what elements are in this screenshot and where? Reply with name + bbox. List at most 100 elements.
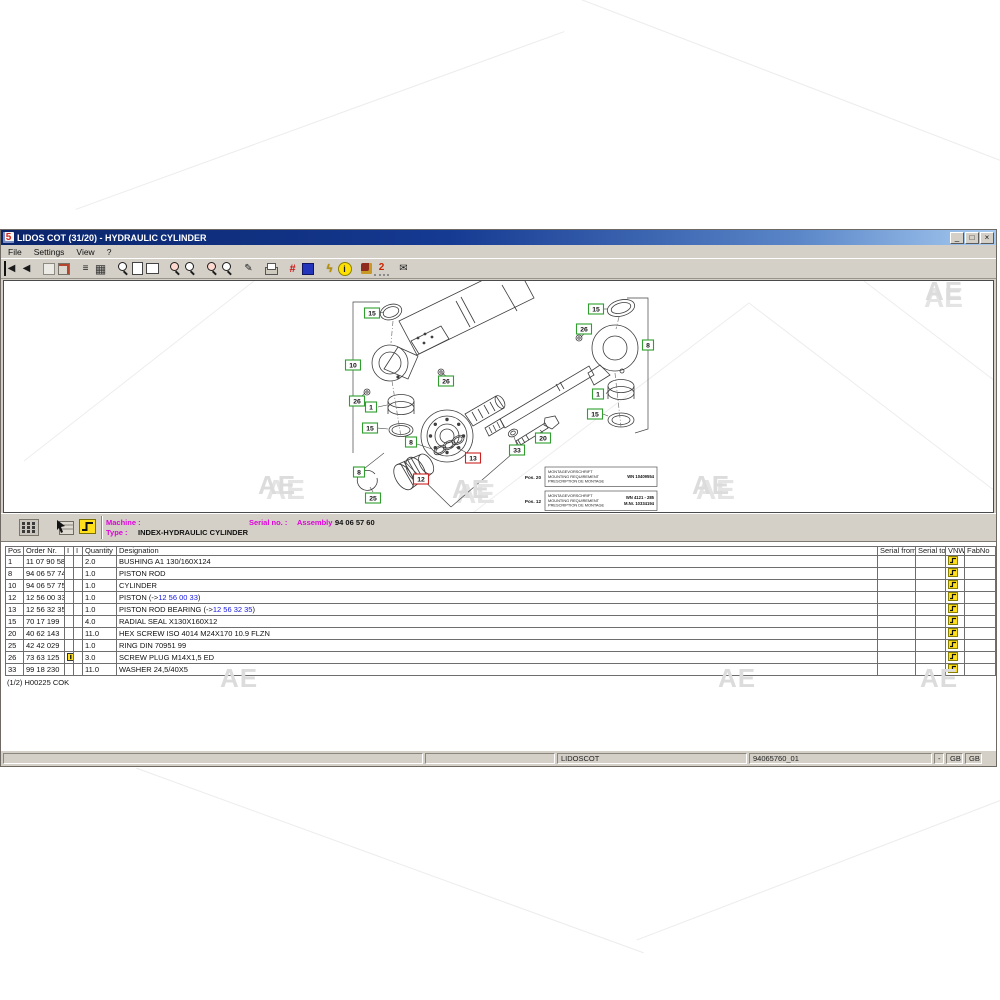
- vnw-cell[interactable]: [946, 556, 965, 568]
- order-number-cell[interactable]: 94 06 57 75: [24, 580, 65, 592]
- callout-15[interactable]: 15: [363, 423, 378, 433]
- diagram-canvas[interactable]: AEAEAEAE: [3, 280, 994, 513]
- vnw-cell[interactable]: [946, 664, 965, 676]
- title-bar[interactable]: 5 LIDOS COT (31/20) - HYDRAULIC CYLINDER…: [1, 230, 996, 245]
- maximize-button[interactable]: □: [965, 232, 979, 244]
- menu-view[interactable]: View: [70, 246, 100, 258]
- zoom-prev-icon[interactable]: [204, 261, 219, 276]
- svg-text:Pos. 20: Pos. 20: [525, 475, 542, 480]
- replacement-link[interactable]: 12 56 00 33: [158, 593, 198, 602]
- status-panel: GB: [946, 753, 963, 764]
- vnw-link-icon: [948, 652, 958, 661]
- table-row[interactable]: 1094 06 57 751.0CYLINDER: [6, 580, 996, 592]
- flag-cell[interactable]: [65, 652, 74, 664]
- nav-first-icon[interactable]: ◀: [4, 261, 19, 276]
- callout-1[interactable]: 1: [593, 389, 604, 399]
- select-sheet-icon[interactable]: [56, 519, 75, 541]
- zoom-icon[interactable]: [115, 261, 130, 276]
- table-row[interactable]: 2673 63 1253.0SCREW PLUG M14X1,5 ED: [6, 652, 996, 664]
- vnw-cell[interactable]: [946, 568, 965, 580]
- designation-cell: HEX SCREW ISO 4014 M24X170 10.9 FLZN: [117, 628, 878, 640]
- table-row[interactable]: 2542 42 0291.0RING DIN 70951 99: [6, 640, 996, 652]
- zoom-in-icon[interactable]: [167, 261, 182, 276]
- list-view-icon[interactable]: ≡: [78, 261, 93, 276]
- callout-8[interactable]: 8: [643, 340, 654, 350]
- vnw-cell[interactable]: [946, 592, 965, 604]
- table-row[interactable]: 1312 56 32 351.0PISTON ROD BEARING (->12…: [6, 604, 996, 616]
- nav-prev-icon[interactable]: ◀: [19, 261, 34, 276]
- vnw-cell[interactable]: [946, 652, 965, 664]
- order-number-cell[interactable]: 70 17 199: [24, 616, 65, 628]
- doc-back-icon[interactable]: [41, 261, 56, 276]
- callout-1[interactable]: 1: [366, 402, 377, 412]
- serial-to-cell: [916, 628, 946, 640]
- quantity-cell: 1.0: [83, 580, 117, 592]
- order-number-cell[interactable]: 42 42 029: [24, 640, 65, 652]
- callout-10[interactable]: 10: [346, 360, 361, 370]
- flag-cell-2: [74, 568, 83, 580]
- mail-icon[interactable]: ✉: [396, 261, 411, 276]
- order-number-cell[interactable]: 12 56 32 35: [24, 604, 65, 616]
- print-icon[interactable]: [263, 261, 278, 276]
- vnw-cell[interactable]: [946, 580, 965, 592]
- watermark-lines: [24, 281, 994, 512]
- vnw-icon[interactable]: [79, 519, 96, 539]
- bolt-icon[interactable]: ϟ: [322, 261, 337, 276]
- grid-view-icon[interactable]: ▦: [93, 261, 108, 276]
- svg-text:20: 20: [539, 436, 547, 443]
- column-header: FabNo: [965, 547, 996, 556]
- order-number-cell[interactable]: 73 63 125: [24, 652, 65, 664]
- table-row[interactable]: 1212 56 00 331.0PISTON (->12 56 00 33): [6, 592, 996, 604]
- callout-15[interactable]: 15: [365, 308, 380, 318]
- callout-20[interactable]: 20: [536, 433, 551, 443]
- info-icon[interactable]: i: [337, 261, 352, 276]
- vnw-cell[interactable]: [946, 604, 965, 616]
- red-grid-icon[interactable]: #: [285, 261, 300, 276]
- shield-icon[interactable]: [359, 261, 374, 276]
- order-number-cell[interactable]: 99 18 230: [24, 664, 65, 676]
- vnw-cell[interactable]: [946, 628, 965, 640]
- callout-25[interactable]: 25: [366, 493, 381, 503]
- doc-forward-icon[interactable]: [56, 261, 71, 276]
- parts-grid-icon[interactable]: [19, 519, 39, 541]
- table-row[interactable]: 1570 17 1994.0RADIAL SEAL X130X160X12: [6, 616, 996, 628]
- minimize-button[interactable]: _: [950, 232, 964, 244]
- order-number-cell[interactable]: 11 07 90 58: [24, 556, 65, 568]
- zoom-out-icon[interactable]: [182, 261, 197, 276]
- order-number-cell[interactable]: 40 62 143: [24, 628, 65, 640]
- replacement-link[interactable]: 12 56 32 35: [213, 605, 253, 614]
- callout-15[interactable]: 15: [588, 409, 603, 419]
- callout-15[interactable]: 15: [589, 304, 604, 314]
- edit-icon[interactable]: ✎: [241, 261, 256, 276]
- table-row[interactable]: 3399 18 23011.0WASHER 24,5/40X5: [6, 664, 996, 676]
- vnw-cell[interactable]: [946, 640, 965, 652]
- callout-8[interactable]: 8: [406, 437, 417, 447]
- callout-13[interactable]: 13: [466, 453, 481, 463]
- callout-8[interactable]: 8: [354, 467, 365, 477]
- callout-26[interactable]: 26: [439, 376, 454, 386]
- serial-from-cell: [878, 628, 916, 640]
- table-row[interactable]: 111 07 90 582.0BUSHING A1 130/160X124: [6, 556, 996, 568]
- page-landscape-icon[interactable]: [145, 261, 160, 276]
- menu-file[interactable]: File: [2, 246, 28, 258]
- order-number-cell[interactable]: 94 06 57 74: [24, 568, 65, 580]
- callout-26[interactable]: 26: [350, 396, 365, 406]
- table-row[interactable]: 2040 62 14311.0HEX SCREW ISO 4014 M24X17…: [6, 628, 996, 640]
- parts-list-area: PosOrder Nr.IIQuantityDesignationSerial …: [1, 542, 996, 751]
- table-row[interactable]: 894 06 57 741.0PISTON ROD: [6, 568, 996, 580]
- callout-33[interactable]: 33: [510, 445, 525, 455]
- menu-help[interactable]: ?: [101, 246, 118, 258]
- close-button[interactable]: ×: [980, 232, 994, 244]
- callout-26[interactable]: 26: [577, 324, 592, 334]
- blue-square-icon[interactable]: [300, 261, 315, 276]
- vnw-cell[interactable]: [946, 616, 965, 628]
- menu-settings[interactable]: Settings: [28, 246, 71, 258]
- page-portrait-icon[interactable]: [130, 261, 145, 276]
- lidos-2-icon[interactable]: 2: [374, 261, 389, 276]
- pos-cell: 8: [6, 568, 24, 580]
- zoom-area-icon[interactable]: [219, 261, 234, 276]
- callout-12[interactable]: 12: [414, 474, 429, 484]
- fabno-cell: [965, 604, 996, 616]
- order-number-cell[interactable]: 12 56 00 33: [24, 592, 65, 604]
- svg-text:WN 10409554: WN 10409554: [627, 474, 654, 479]
